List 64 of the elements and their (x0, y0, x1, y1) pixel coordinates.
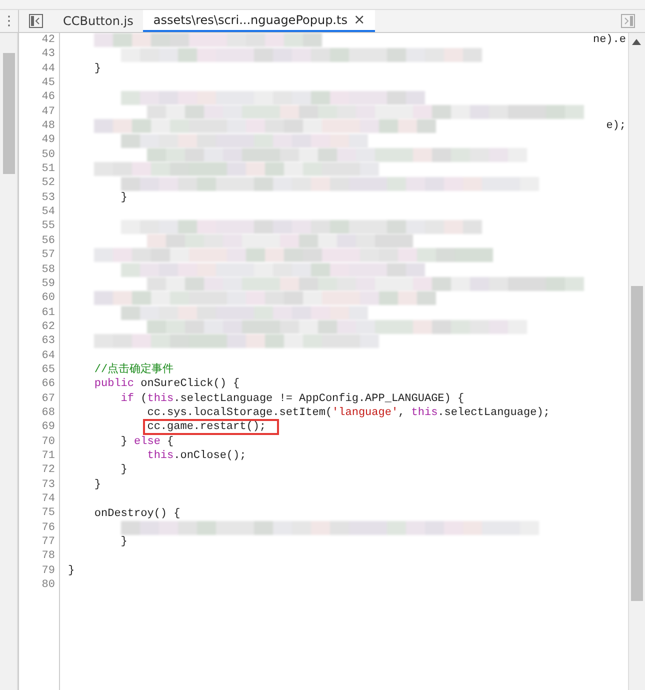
line-number: 68 (40, 406, 56, 420)
line-number: 51 (40, 162, 56, 176)
line-number: 69 (40, 420, 56, 435)
line-number: 49 (40, 133, 56, 148)
code-line: public onSureClick() { (93, 377, 240, 392)
code-line: } else { (120, 434, 174, 449)
scroll-up-icon[interactable] (632, 39, 641, 45)
code-line: } (93, 62, 102, 76)
line-number: 52 (40, 176, 56, 191)
code-line: cc.game.restart(); (146, 420, 266, 434)
code-line: cc.sys.localStorage.setItem('language', this.selectLanguage); (146, 406, 550, 420)
line-number: 53 (40, 190, 56, 206)
line-number: 46 (40, 90, 56, 105)
line-number: 66 (40, 377, 56, 392)
code-line: } (120, 190, 128, 205)
line-number: 70 (40, 434, 56, 449)
code-line: //点击确定事件 (93, 363, 174, 378)
line-number: 78 (40, 549, 56, 564)
code-fragment: ne).e (592, 34, 626, 46)
code-line: } (120, 535, 128, 550)
scrollbar-thumb[interactable] (631, 286, 643, 601)
line-number: 77 (40, 535, 56, 550)
line-number: 48 (40, 119, 56, 134)
code-line: onDestroy() { (93, 506, 180, 521)
line-number: 60 (40, 291, 56, 306)
line-number: 75 (40, 506, 56, 521)
code-line: } (93, 478, 102, 492)
line-number: 76 (40, 520, 56, 536)
line-number: 71 (40, 448, 56, 464)
code-fragment: e); (606, 120, 626, 132)
line-number: 55 (40, 219, 56, 234)
line-number: 67 (40, 392, 56, 406)
line-number: 80 (40, 578, 56, 592)
file-tab[interactable]: CCButton.js (53, 10, 144, 32)
scrollbar-thumb[interactable] (3, 53, 15, 174)
line-number: 61 (40, 306, 56, 320)
line-number: 62 (40, 320, 56, 334)
line-number: 79 (40, 564, 56, 578)
code-line: this.onClose(); (146, 449, 246, 464)
code-line: } (120, 463, 128, 478)
line-number: 73 (40, 478, 56, 492)
line-number: 43 (40, 47, 56, 62)
panel-toggle-icon[interactable] (621, 14, 635, 28)
line-number: 56 (40, 234, 56, 248)
line-number: 63 (40, 334, 56, 349)
line-number: 57 (40, 248, 56, 262)
line-number: 45 (40, 76, 56, 90)
line-number: 50 (40, 148, 56, 162)
line-number: 72 (40, 463, 56, 478)
line-number: 64 (40, 348, 56, 363)
line-number: 44 (40, 62, 56, 76)
close-icon[interactable]: × (353, 12, 366, 28)
line-number: 54 (40, 205, 56, 220)
line-number: 65 (40, 362, 56, 378)
line-number: 42 (40, 33, 56, 48)
line-number: 59 (40, 276, 56, 292)
line-number: 58 (40, 262, 56, 277)
sidebar-toggle-icon[interactable] (29, 14, 43, 28)
file-tab[interactable]: assets\res\scri...nguagePopup.ts × (143, 10, 376, 32)
menu-button[interactable]: ⋮ (0, 10, 19, 32)
line-number: 74 (40, 492, 56, 506)
line-number: 47 (40, 104, 56, 120)
code-line: } (68, 564, 75, 578)
code-line: if (this.selectLanguage != AppConfig.APP_LANGUAGE) { (120, 392, 464, 406)
